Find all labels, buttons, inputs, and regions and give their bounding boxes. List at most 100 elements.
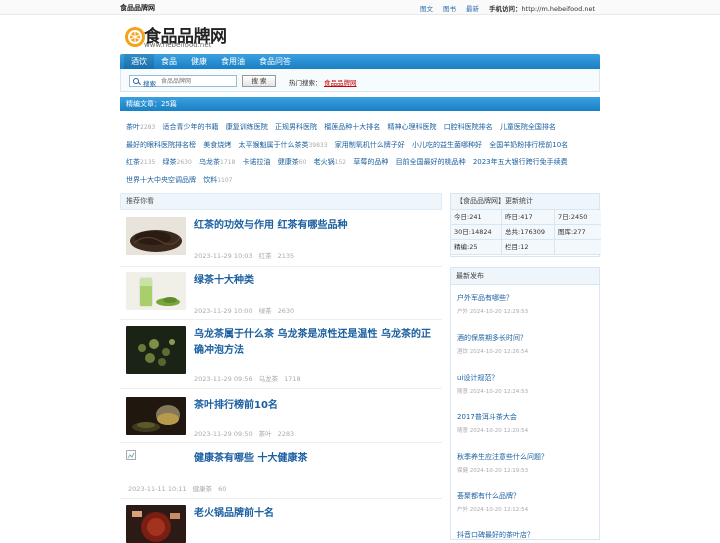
- tag-name[interactable]: 最好的眼科医院排名榜: [126, 141, 196, 149]
- tag-link[interactable]: 太平猴魁属于什么茶类39833: [238, 141, 327, 149]
- tag-name[interactable]: 口腔科医院排名: [444, 123, 493, 131]
- nav-item-edible-oil[interactable]: 食用油: [214, 54, 252, 69]
- tag-link[interactable]: 全国羊奶粉排行榜前10名: [489, 141, 568, 149]
- tag-name[interactable]: 2023年五大银行跨行免手续费: [473, 158, 568, 166]
- top-link-books[interactable]: 图书: [443, 3, 456, 13]
- tag-name[interactable]: 目前全国最好的桃品种: [396, 158, 466, 166]
- article-category[interactable]: 乌龙茶: [259, 375, 279, 383]
- tag-name[interactable]: 卡诺拉油: [243, 158, 271, 166]
- nav-item-food-qa[interactable]: 食品问答: [252, 54, 298, 69]
- tag-link[interactable]: 乌龙茶1718: [199, 158, 235, 166]
- tag-name[interactable]: 全国羊奶粉排行榜前10名: [489, 141, 568, 149]
- tag-link[interactable]: 适合青少年的书籍: [163, 123, 219, 131]
- tag-link[interactable]: 目前全国最好的桃品种: [396, 158, 466, 166]
- tag-link[interactable]: 正规男科医院: [275, 123, 317, 131]
- tag-link[interactable]: 康复训练医院: [226, 123, 268, 131]
- tag-link[interactable]: 红茶2135: [126, 158, 155, 166]
- tag-name[interactable]: 精神心理科医院: [387, 123, 436, 131]
- tag-name[interactable]: 儿童医院全国排名: [500, 123, 556, 131]
- recent-item-title[interactable]: 秋季养生应注意些什么问题？: [457, 452, 597, 462]
- tag-link[interactable]: 草莓的品种: [353, 158, 388, 166]
- tag-link[interactable]: 茶叶2283: [126, 123, 155, 131]
- tag-name[interactable]: 太平猴魁属于什么茶类: [238, 141, 308, 149]
- tag-name[interactable]: 世界十大中央空调品牌: [126, 176, 196, 184]
- tag-name[interactable]: 适合青少年的书籍: [163, 123, 219, 131]
- recent-item-title[interactable]: 酒的保质期多长时间？: [457, 333, 597, 343]
- article-title[interactable]: 茶叶排行榜前10名: [194, 398, 439, 414]
- recent-item-title[interactable]: ui设计规范？: [457, 373, 597, 383]
- article-thumbnail[interactable]: [126, 450, 186, 460]
- article-title[interactable]: 健康茶有哪些 十大健康茶: [194, 451, 439, 467]
- recent-item-title[interactable]: 户外军品有哪些？: [457, 293, 597, 303]
- article-item[interactable]: 老火锅品牌前十名: [126, 505, 442, 543]
- tag-name[interactable]: 红茶: [126, 158, 140, 166]
- recent-item[interactable]: 荟聚都有什么品牌？ 户外 2024-10-20 12:12:54: [457, 491, 597, 513]
- tag-link[interactable]: 饮料1107: [203, 176, 232, 184]
- article-title[interactable]: 老火锅品牌前十名: [194, 506, 439, 522]
- recent-item[interactable]: 酒的保质期多长时间？ 酒饮 2024-10-20 12:26:54: [457, 333, 597, 355]
- nav-item-health[interactable]: 健康: [184, 54, 214, 69]
- tag-link[interactable]: 口腔科医院排名: [444, 123, 493, 131]
- article-thumbnail[interactable]: [126, 505, 186, 543]
- article-category[interactable]: 健康茶: [193, 485, 213, 493]
- tag-link[interactable]: 卡诺拉油: [243, 158, 271, 166]
- tag-name[interactable]: 康复训练医院: [226, 123, 268, 131]
- tag-name[interactable]: 绿茶: [163, 158, 177, 166]
- recent-item-title[interactable]: 抖音口碑最好的茶叶店？: [457, 530, 597, 540]
- tag-link[interactable]: 健康茶60: [278, 158, 307, 166]
- recent-item-title[interactable]: 荟聚都有什么品牌？: [457, 491, 597, 501]
- article-category[interactable]: 绿茶: [259, 307, 272, 315]
- article-thumbnail[interactable]: [126, 326, 186, 374]
- tag-link[interactable]: 最好的眼科医院排名榜: [126, 141, 196, 149]
- recent-item[interactable]: 抖音口碑最好的茶叶店？: [457, 530, 597, 540]
- article-category[interactable]: 茶叶: [259, 430, 272, 438]
- tag-name[interactable]: 饮料: [203, 176, 217, 184]
- article-title[interactable]: 乌龙茶属于什么茶 乌龙茶是凉性还是温性 乌龙茶的正确冲泡方法: [194, 327, 439, 359]
- recent-item[interactable]: 2017普洱斗茶大会 随意 2024-10-20 12:20:54: [457, 412, 597, 434]
- article-thumbnail[interactable]: [126, 397, 186, 435]
- recent-item[interactable]: 秋季养生应注意些什么问题？ 保健 2024-10-20 12:19:53: [457, 452, 597, 474]
- article-item[interactable]: 绿茶十大种类 2023-11-29 10:00 绿茶 2630: [120, 272, 442, 320]
- article-thumbnail[interactable]: [126, 217, 186, 255]
- recent-item[interactable]: 户外军品有哪些？ 户外 2024-10-20 12:29:53: [457, 293, 597, 315]
- tag-name[interactable]: 榴莲品种十大排名: [324, 123, 380, 131]
- tag-link[interactable]: 世界十大中央空调品牌: [126, 176, 196, 184]
- tag-name[interactable]: 老火锅: [314, 158, 335, 166]
- search-button[interactable]: 搜 索: [242, 75, 276, 87]
- tag-name[interactable]: 美食烧烤: [203, 141, 231, 149]
- article-item[interactable]: 健康茶有哪些 十大健康茶 2023-11-11 10:11 健康茶 60: [120, 450, 442, 499]
- tag-link[interactable]: 儿童医院全国排名: [500, 123, 556, 131]
- hot-search-link[interactable]: 食品品牌网: [324, 77, 357, 87]
- article-title[interactable]: 红茶的功效与作用 红茶有哪些品种: [194, 218, 439, 234]
- article-item[interactable]: 茶叶排行榜前10名 2023-11-29 09:50 茶叶 2283: [120, 397, 442, 443]
- recent-item[interactable]: ui设计规范？ 随意 2024-10-20 12:24:53: [457, 373, 597, 395]
- nav-item-food[interactable]: 食品: [154, 54, 184, 69]
- recent-item-title[interactable]: 2017普洱斗茶大会: [457, 412, 597, 422]
- tag-link[interactable]: 家用制氧机什么牌子好: [335, 141, 405, 149]
- tag-name[interactable]: 茶叶: [126, 123, 140, 131]
- mobile-url-link[interactable]: http://m.hebeifood.net: [522, 5, 595, 13]
- tag-name[interactable]: 健康茶: [278, 158, 299, 166]
- tag-link[interactable]: 精神心理科医院: [387, 123, 436, 131]
- tag-name[interactable]: 正规男科医院: [275, 123, 317, 131]
- top-link-latest[interactable]: 最新: [466, 3, 479, 13]
- article-thumbnail[interactable]: [126, 272, 186, 310]
- top-link-pictures[interactable]: 图文: [420, 3, 433, 13]
- tag-link[interactable]: 老火锅152: [314, 158, 346, 166]
- tag-link[interactable]: 榴莲品种十大排名: [324, 123, 380, 131]
- article-item[interactable]: 乌龙茶属于什么茶 乌龙茶是凉性还是温性 乌龙茶的正确冲泡方法 2023-11-2…: [120, 326, 442, 389]
- search-input[interactable]: [161, 77, 235, 86]
- tag-link[interactable]: 美食烧烤: [203, 141, 231, 149]
- tag-name[interactable]: 乌龙茶: [199, 158, 220, 166]
- tag-name[interactable]: 草莓的品种: [353, 158, 388, 166]
- tag-name[interactable]: 家用制氧机什么牌子好: [335, 141, 405, 149]
- recent-item-meta: 保健 2024-10-20 12:19:53: [457, 468, 529, 474]
- tag-link[interactable]: 小儿吃的益生菌哪种好: [412, 141, 482, 149]
- article-category[interactable]: 红茶: [259, 252, 272, 260]
- nav-item-drinks[interactable]: 酒饮: [124, 54, 154, 69]
- tag-name[interactable]: 小儿吃的益生菌哪种好: [412, 141, 482, 149]
- article-item[interactable]: 红茶的功效与作用 红茶有哪些品种 2023-11-29 10:03 红茶 2135: [120, 217, 442, 267]
- tag-link[interactable]: 2023年五大银行跨行免手续费: [473, 158, 568, 166]
- article-title[interactable]: 绿茶十大种类: [194, 273, 439, 289]
- tag-link[interactable]: 绿茶2630: [163, 158, 192, 166]
